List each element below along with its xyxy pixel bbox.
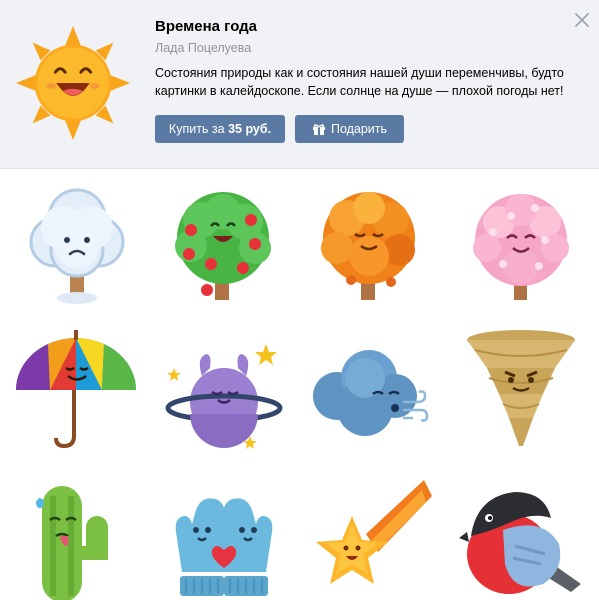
close-icon[interactable] <box>572 10 592 30</box>
rainbow-umbrella-sticker[interactable] <box>14 328 138 452</box>
sticker-pack-header: Времена года Лада Поцелуева Состояния пр… <box>0 0 599 169</box>
pack-author[interactable]: Лада Поцелуева <box>155 41 251 55</box>
pack-title: Времена года <box>155 18 258 35</box>
mittens-sticker[interactable] <box>162 476 286 600</box>
sun-sticker-icon <box>14 24 132 142</box>
pack-description: Состояния природы как и состояния нашей … <box>155 66 564 98</box>
planet-sticker[interactable] <box>162 338 286 462</box>
cactus-sticker[interactable] <box>14 476 138 600</box>
blowing-cloud-sticker[interactable] <box>307 338 431 462</box>
buy-label: Купить за <box>168 122 229 136</box>
gift-icon <box>312 118 326 146</box>
autumn-tree-sticker[interactable] <box>307 182 431 306</box>
sticker-grid <box>0 168 599 600</box>
sad-cloud-tree-sticker[interactable] <box>15 182 139 306</box>
gift-label: Подарить <box>330 122 388 136</box>
shooting-star-sticker[interactable] <box>310 476 434 600</box>
bullfinch-sticker[interactable] <box>459 476 583 600</box>
buy-price: 35 руб. <box>228 122 272 136</box>
buy-button[interactable]: Купить за 35 руб. <box>155 115 285 143</box>
tornado-sticker[interactable] <box>459 328 583 452</box>
apple-tree-sticker[interactable] <box>161 182 285 306</box>
gift-button[interactable]: Подарить <box>295 115 404 143</box>
blossom-tree-sticker[interactable] <box>459 182 583 306</box>
